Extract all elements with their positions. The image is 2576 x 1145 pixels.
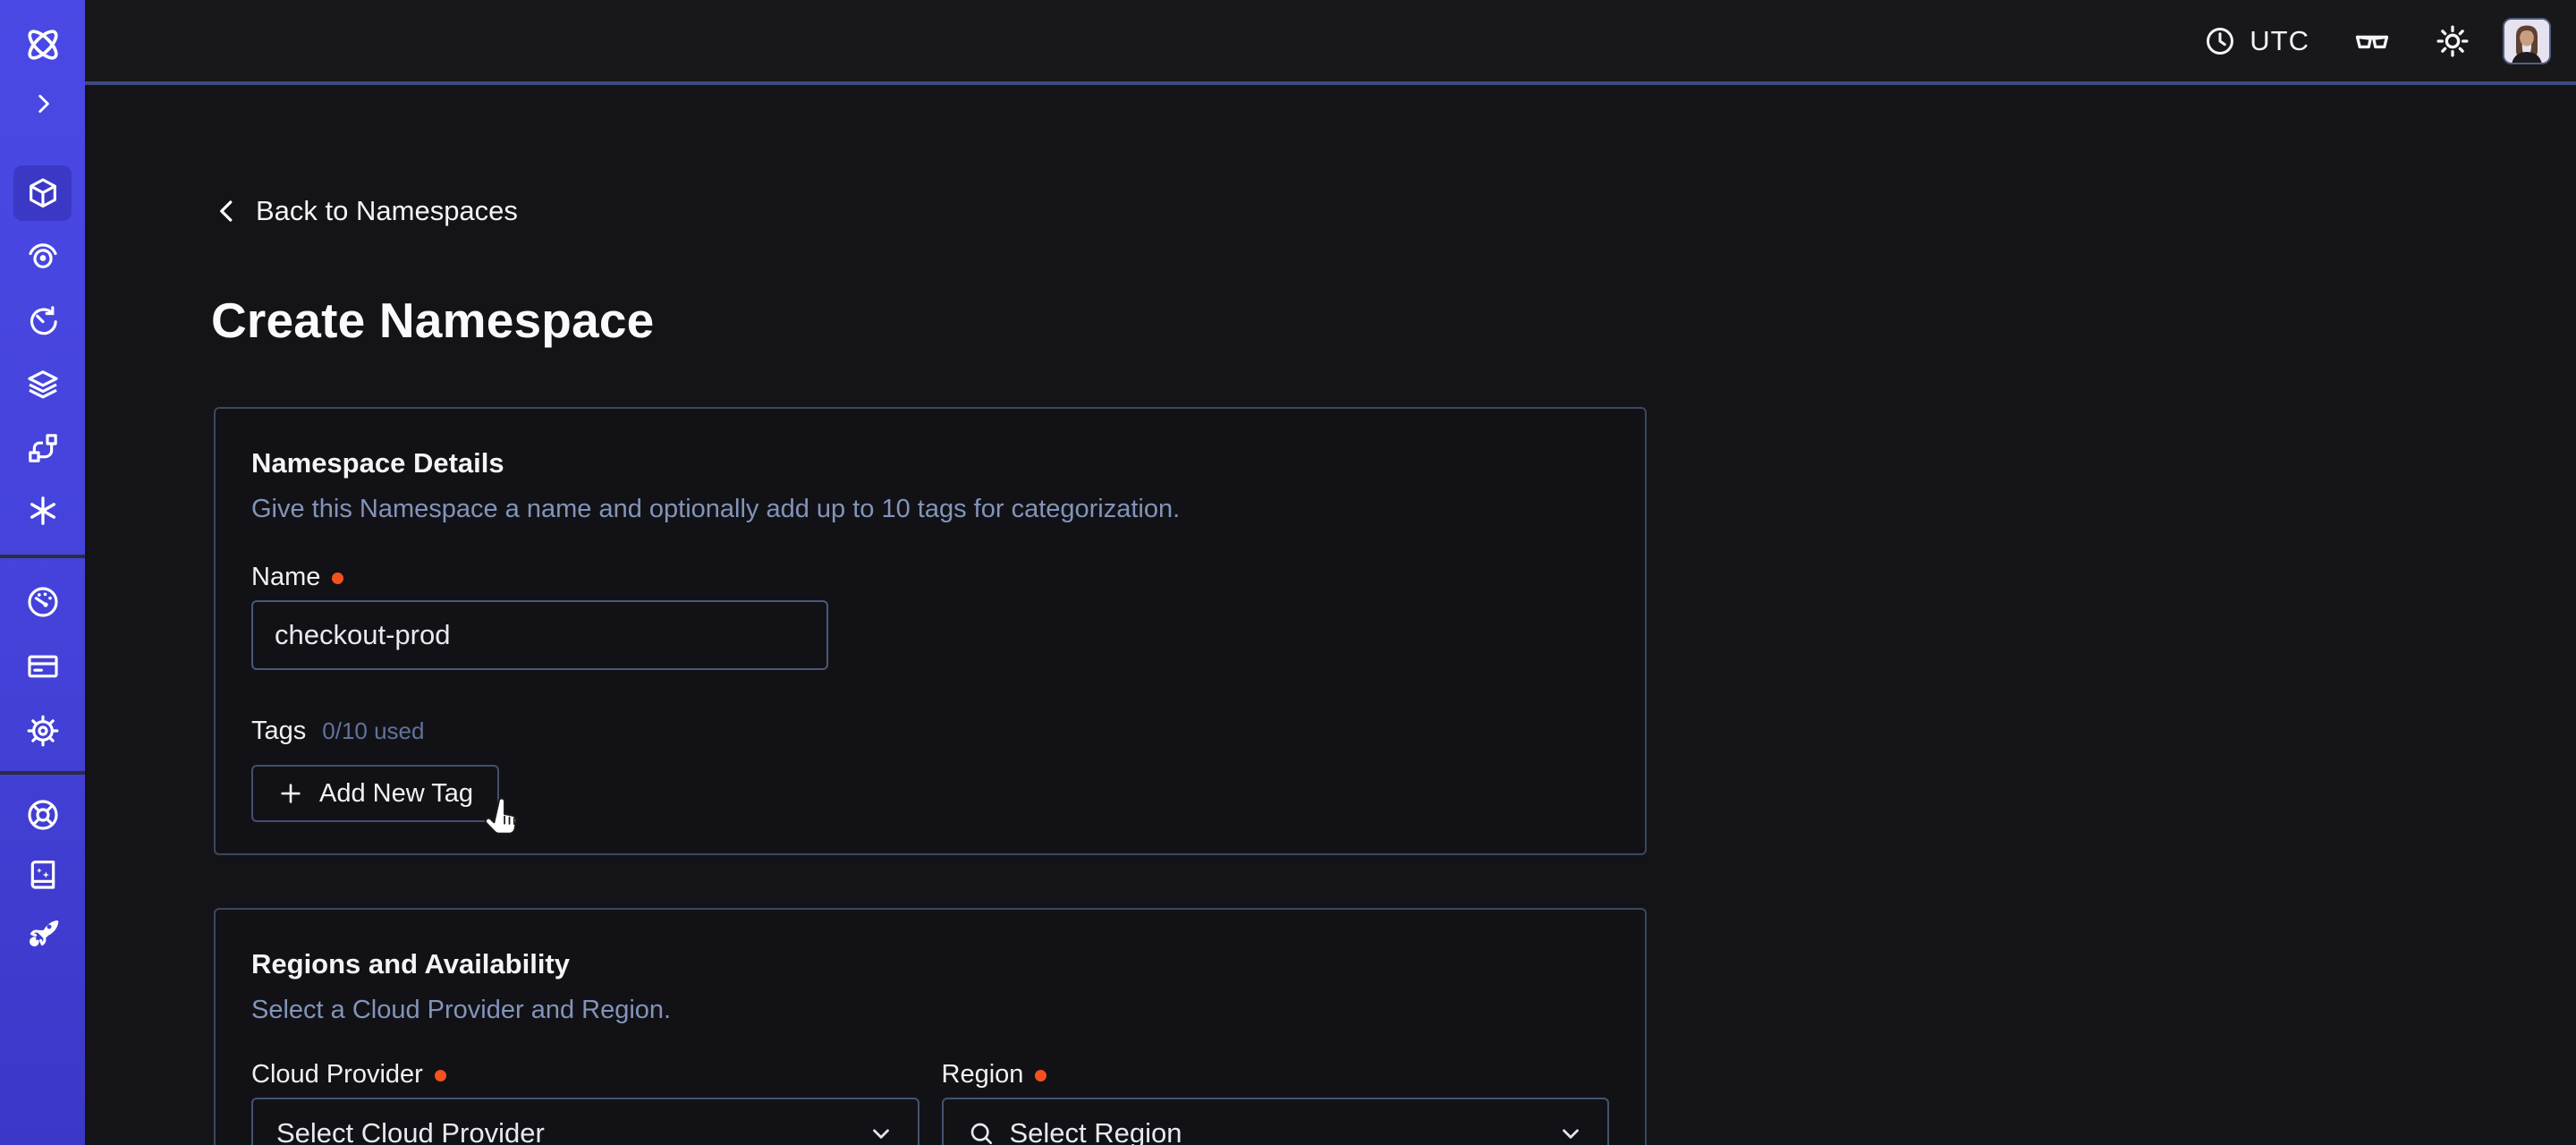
namespaces-icon — [25, 175, 61, 211]
glasses-icon — [2352, 21, 2392, 61]
sidebar-item-namespaces[interactable] — [13, 165, 72, 221]
chevron-down-icon — [1557, 1120, 1584, 1145]
sidebar-item-settings[interactable] — [0, 713, 85, 749]
sidebar-item-docs[interactable] — [0, 856, 85, 892]
cloud-provider-placeholder: Select Cloud Provider — [276, 1117, 545, 1145]
namespace-details-card: Namespace Details Give this Namespace a … — [214, 407, 1647, 855]
back-to-namespaces-link[interactable]: Back to Namespaces — [214, 195, 518, 227]
sidebar-item-billing[interactable] — [0, 649, 85, 684]
chevron-down-icon — [868, 1120, 894, 1145]
regions-availability-card: Regions and Availability Select a Cloud … — [214, 908, 1647, 1145]
top-bar: UTC — [85, 0, 2576, 85]
sidebar-item-batch-operations[interactable] — [0, 430, 85, 466]
sidebar-item-nexus[interactable] — [0, 493, 85, 529]
sidebar — [0, 0, 85, 1145]
getting-started-icon — [25, 915, 61, 951]
sidebar-divider — [0, 771, 85, 775]
region-select[interactable]: Select Region — [942, 1098, 1610, 1145]
tags-usage-count: 0/10 used — [322, 717, 424, 745]
billing-icon — [25, 649, 61, 684]
schedules-icon — [25, 302, 61, 338]
cloud-provider-label: Cloud Provider — [251, 1058, 423, 1090]
support-icon — [25, 797, 61, 833]
sun-icon — [2435, 23, 2470, 59]
docs-icon — [25, 856, 61, 892]
required-indicator — [1035, 1070, 1046, 1081]
required-indicator — [435, 1070, 446, 1081]
region-placeholder: Select Region — [1010, 1117, 1182, 1145]
plus-icon — [277, 780, 304, 807]
sidebar-item-schedules[interactable] — [0, 302, 85, 338]
accessibility-glasses-button[interactable] — [2352, 21, 2392, 61]
usage-icon — [25, 584, 61, 620]
search-icon — [967, 1119, 996, 1145]
clock-icon — [2204, 25, 2236, 57]
collapse-chevron-icon[interactable] — [0, 89, 85, 118]
add-new-tag-label: Add New Tag — [319, 779, 473, 809]
sidebar-item-workflows[interactable] — [0, 238, 85, 274]
deployments-icon — [25, 367, 61, 403]
cloud-provider-select[interactable]: Select Cloud Provider — [251, 1098, 919, 1145]
add-new-tag-button[interactable]: Add New Tag — [251, 765, 499, 822]
settings-icon — [25, 713, 61, 749]
sidebar-item-getting-started[interactable] — [0, 915, 85, 951]
chevron-left-icon — [214, 195, 241, 227]
card-title: Namespace Details — [251, 446, 1609, 480]
card-description: Select a Cloud Provider and Region. — [251, 994, 1609, 1026]
name-field-label: Name — [251, 561, 320, 593]
sidebar-item-deployments[interactable] — [0, 367, 85, 403]
card-title: Regions and Availability — [251, 947, 1609, 981]
workflows-icon — [25, 238, 61, 274]
nexus-icon — [26, 494, 60, 528]
user-avatar[interactable] — [2503, 18, 2551, 64]
theme-toggle-button[interactable] — [2435, 23, 2470, 59]
sidebar-divider — [0, 555, 85, 558]
sidebar-item-support[interactable] — [0, 797, 85, 833]
page-title: Create Namespace — [211, 292, 654, 349]
batch-operations-icon — [25, 430, 61, 466]
card-description: Give this Namespace a name and optionall… — [251, 493, 1609, 525]
timezone-selector[interactable]: UTC — [2204, 25, 2309, 57]
timezone-label: UTC — [2250, 25, 2309, 57]
sidebar-item-usage[interactable] — [0, 584, 85, 620]
required-indicator — [332, 572, 343, 584]
region-label: Region — [942, 1058, 1024, 1090]
back-link-label: Back to Namespaces — [256, 195, 518, 227]
temporal-logo-icon[interactable] — [0, 25, 85, 64]
namespace-name-input[interactable] — [251, 600, 828, 670]
tags-label: Tags — [251, 715, 306, 747]
